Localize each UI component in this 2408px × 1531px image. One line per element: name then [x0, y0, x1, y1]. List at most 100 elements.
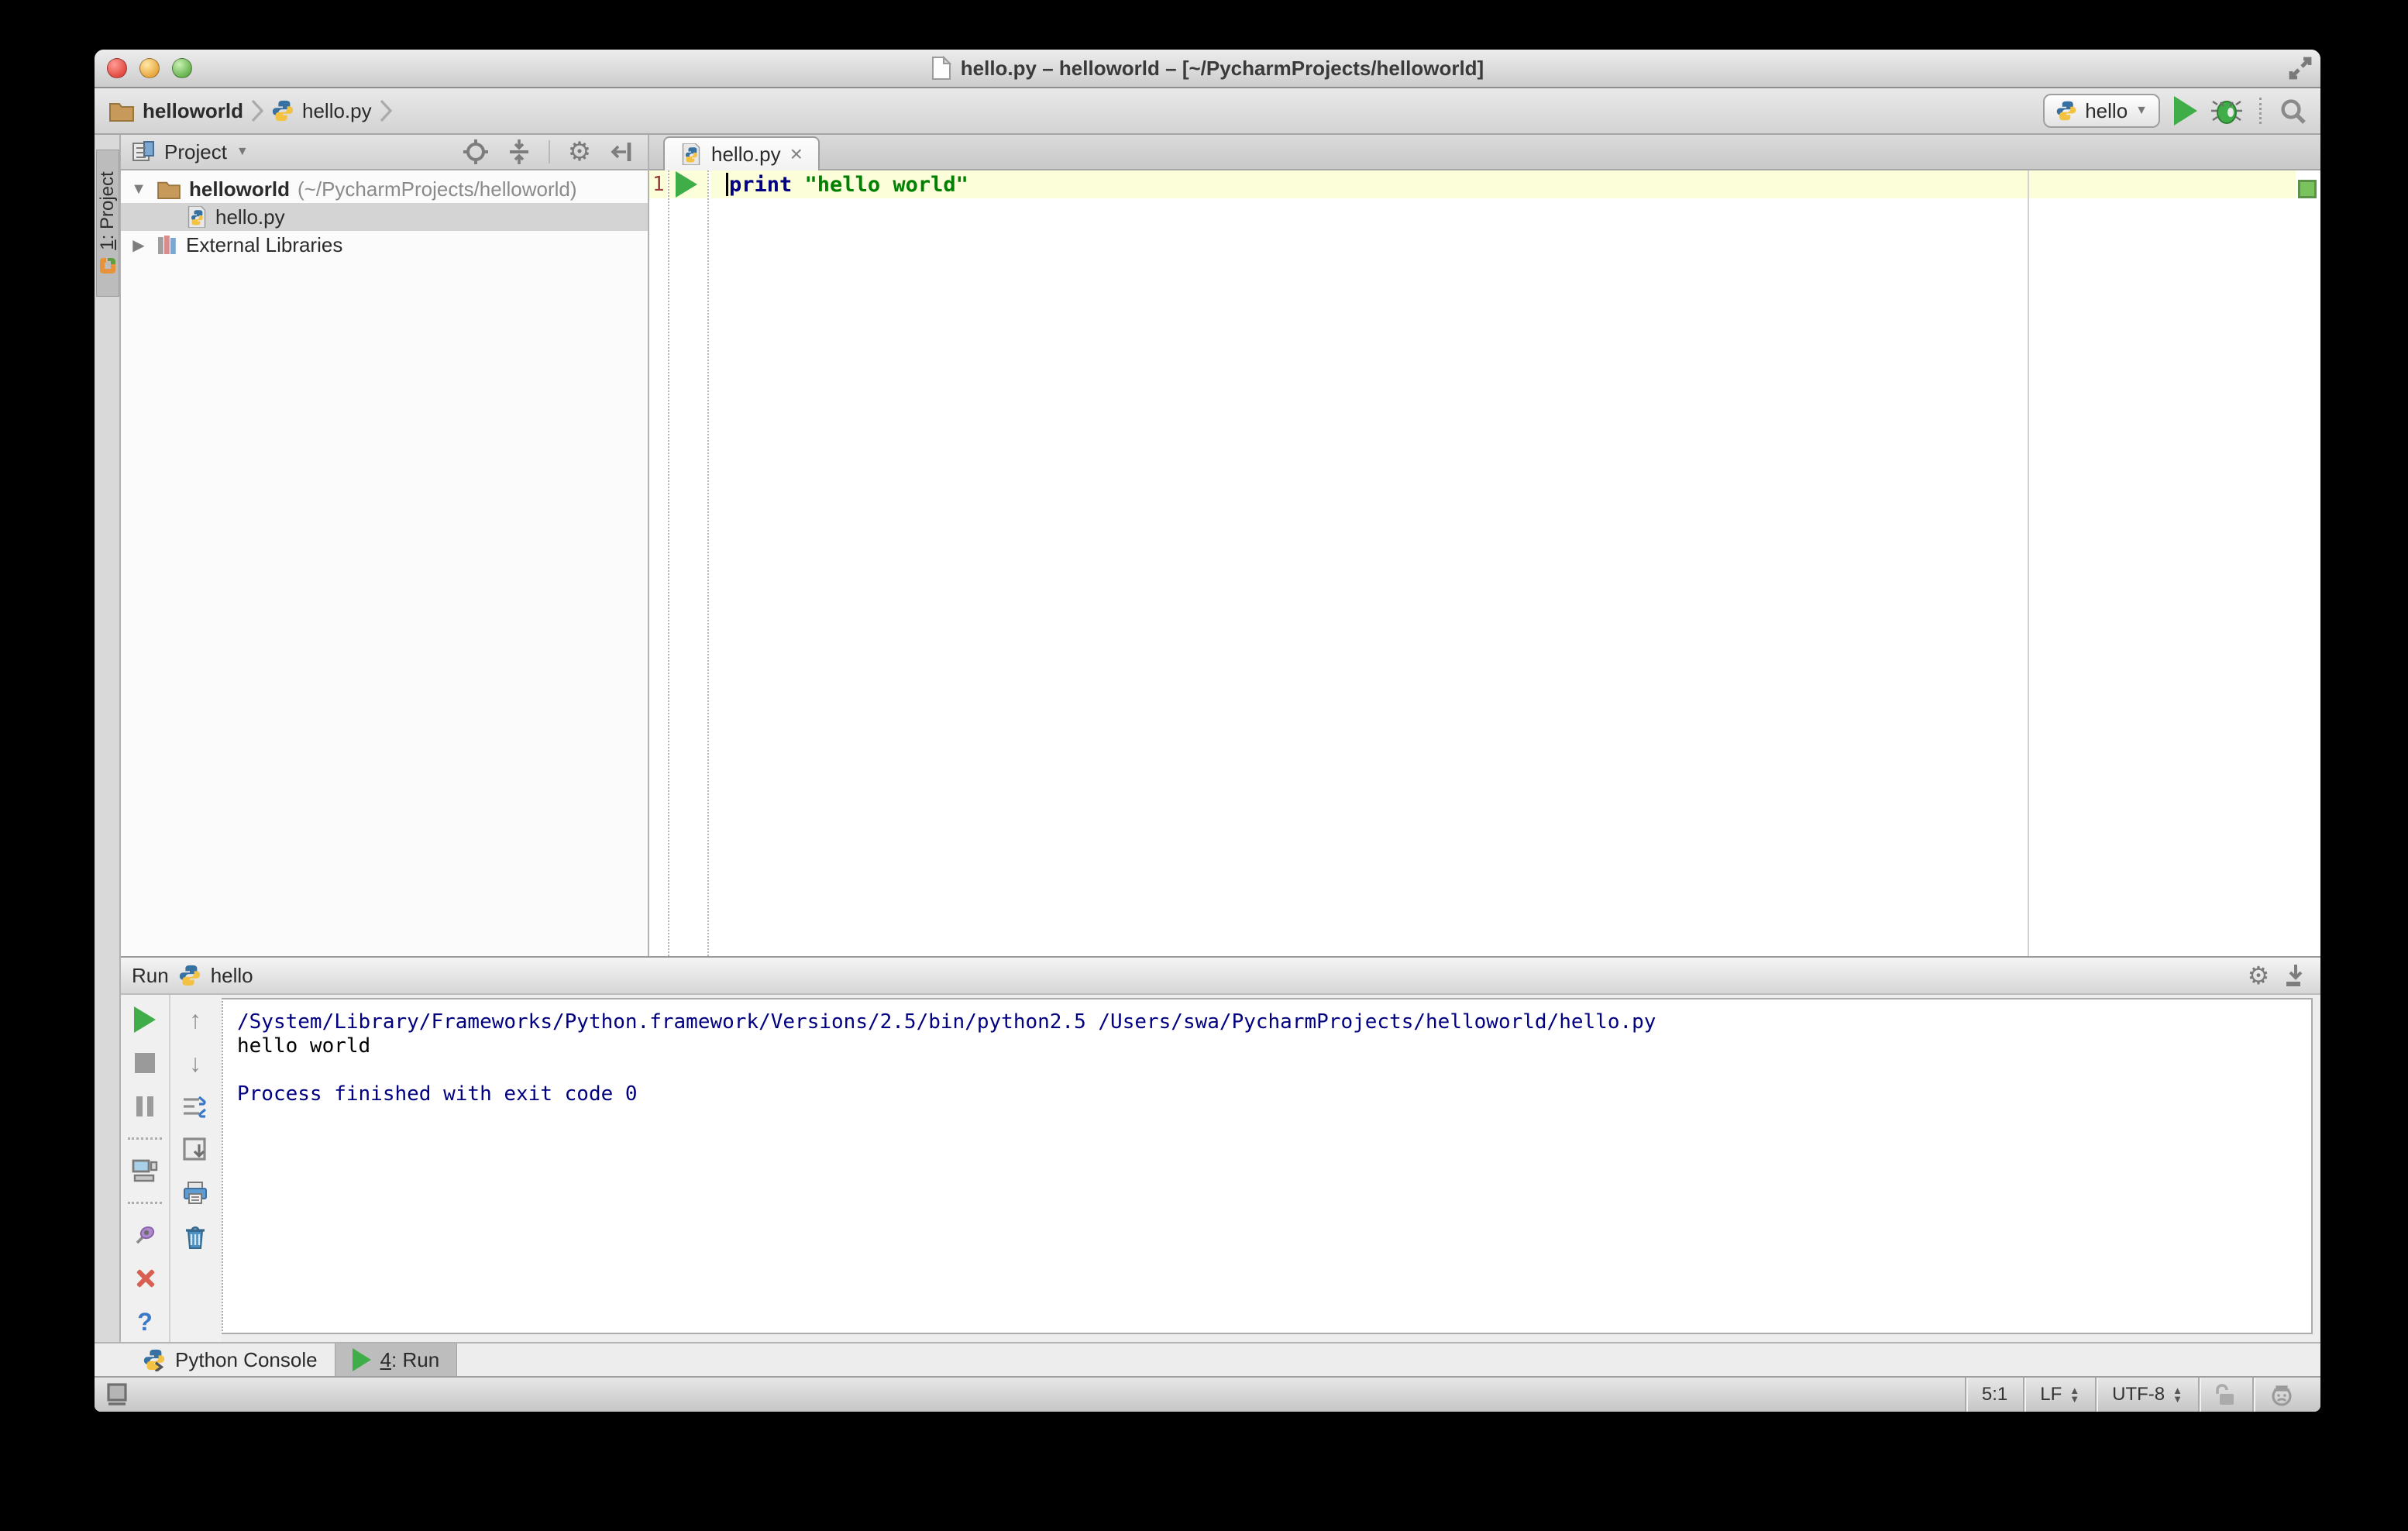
hide-panel-icon[interactable] [609, 138, 637, 166]
breadcrumb-item-file[interactable]: hello.py [271, 99, 372, 123]
code-line-1[interactable]: print "hello world" [710, 170, 2296, 198]
project-panel: Project ▼ ⚙ ▼ helloworld (~/PycharmProje… [121, 135, 649, 956]
pause-output-button[interactable] [131, 1092, 159, 1120]
code-keyword: print [729, 172, 793, 197]
show-console-icon[interactable] [131, 1157, 159, 1185]
hide-tool-window-icon[interactable] [2282, 962, 2310, 989]
print-icon[interactable] [181, 1179, 209, 1207]
toolbar-separator [549, 140, 550, 163]
unlock-icon [2215, 1383, 2237, 1406]
console-line: hello world [237, 1034, 371, 1058]
collapse-all-icon[interactable] [505, 138, 533, 166]
chevron-down-icon[interactable]: ▼ [236, 145, 249, 159]
tree-collapsed-icon[interactable]: ▶ [129, 236, 149, 255]
window-controls [107, 50, 192, 87]
next-occurrence-icon[interactable]: ↓ [181, 1049, 209, 1077]
project-tree: ▼ helloworld (~/PycharmProjects/hellowor… [121, 170, 648, 956]
run-console-output[interactable]: /System/Library/Frameworks/Python.framew… [222, 998, 2313, 1334]
line-separator-widget[interactable]: LF ▲ ▼ [2023, 1378, 2095, 1412]
python-console-label: Python Console [175, 1347, 318, 1371]
tree-row-project-root[interactable]: ▼ helloworld (~/PycharmProjects/hellowor… [121, 175, 648, 203]
run-tool-window: Run hello ⚙ ? ↑ ↓ /System/Library/Framew… [121, 956, 2320, 1342]
rerun-button[interactable] [131, 1006, 159, 1034]
python-file-icon [271, 99, 294, 122]
run-configuration-select[interactable]: hello ▼ [2043, 94, 2160, 128]
zoom-window-button[interactable] [172, 58, 192, 78]
tree-expanded-icon[interactable]: ▼ [129, 181, 149, 198]
chevron-down-icon: ▼ [2135, 104, 2148, 117]
chevron-right-icon [380, 99, 392, 122]
console-line: /System/Library/Frameworks/Python.framew… [237, 1010, 1656, 1034]
library-books-icon [157, 234, 178, 256]
run-line-marker-icon[interactable] [676, 171, 697, 198]
project-toolwindow-icon [98, 256, 117, 275]
tool-window-stripe-left: 1: Project [95, 135, 121, 1342]
tab-python-console[interactable]: Python Console [126, 1343, 335, 1376]
close-window-button[interactable] [107, 58, 127, 78]
pin-tab-icon[interactable] [131, 1221, 159, 1249]
python-icon [2055, 100, 2077, 122]
tree-file-label: hello.py [215, 205, 285, 229]
soft-wrap-icon[interactable] [181, 1092, 209, 1120]
run-toolbar: ? ↑ ↓ [121, 995, 222, 1342]
project-panel-header: Project ▼ ⚙ [121, 135, 648, 170]
prev-occurrence-icon[interactable]: ↑ [181, 1006, 209, 1034]
status-bar: 5:1 LF ▲ ▼ UTF-8 ▲ ▼ [95, 1376, 2320, 1412]
debug-button[interactable] [2211, 97, 2242, 125]
toggle-toolwindows-icon[interactable] [105, 1381, 132, 1408]
tree-row-external-libraries[interactable]: ▶ External Libraries [121, 231, 648, 259]
tab-run[interactable]: 4: Run [334, 1343, 458, 1376]
project-view-icon [132, 140, 155, 163]
highlighting-level-widget[interactable] [2252, 1378, 2310, 1412]
breadcrumb-item-project[interactable]: helloworld [108, 99, 243, 123]
python-console-icon [143, 1348, 166, 1371]
close-tab-icon[interactable]: × [790, 143, 803, 165]
run-panel-title: Run [132, 963, 169, 987]
editor-scrollbar-track[interactable] [2296, 170, 2320, 956]
line-number[interactable]: 1 [649, 173, 668, 196]
project-panel-title[interactable]: Project [164, 140, 227, 164]
folder-icon [108, 100, 135, 122]
run-tool-window-header[interactable]: Run hello ⚙ [121, 956, 2320, 995]
gear-icon[interactable]: ⚙ [2245, 962, 2272, 989]
text-caret [726, 173, 728, 196]
locate-file-icon[interactable] [462, 138, 490, 166]
search-icon[interactable] [2279, 97, 2307, 125]
tree-root-path: (~/PycharmProjects/helloworld) [298, 177, 577, 201]
run-button[interactable] [2174, 96, 2197, 126]
breadcrumb: helloworld hello.py [108, 99, 2043, 123]
spinner-icon: ▲ ▼ [2172, 1385, 2183, 1405]
scroll-to-end-icon[interactable] [181, 1136, 209, 1164]
code-string: "hello world" [804, 172, 968, 197]
help-icon[interactable]: ? [131, 1308, 159, 1336]
fullscreen-icon[interactable] [2288, 56, 2313, 81]
stop-button[interactable] [131, 1049, 159, 1077]
editor-body[interactable]: 1 print "hello world" [649, 170, 2320, 956]
python-icon [178, 964, 201, 987]
title-bar[interactable]: hello.py – helloworld – [~/PycharmProjec… [95, 50, 2320, 88]
inspection-status-indicator[interactable] [2298, 180, 2317, 198]
toolbar-separator [128, 1202, 162, 1204]
inspector-face-icon [2269, 1382, 2294, 1407]
python-file-icon [186, 206, 208, 228]
caret-position-widget[interactable]: 5:1 [1964, 1378, 2023, 1412]
tab-hello-py[interactable]: hello.py × [663, 136, 820, 170]
gear-icon[interactable]: ⚙ [566, 137, 593, 167]
editor-tab-bar: hello.py × [649, 135, 2320, 170]
window-title: hello.py – helloworld – [~/PycharmProjec… [960, 56, 1484, 80]
code-area[interactable]: print "hello world" [710, 170, 2296, 956]
python-file-icon [680, 143, 702, 165]
stripe-button-project[interactable]: 1: Project [96, 150, 119, 297]
run-panel-config-name: hello [210, 963, 253, 987]
tree-libraries-label: External Libraries [186, 232, 343, 256]
toolbar-separator [128, 1137, 162, 1140]
minimize-window-button[interactable] [139, 58, 160, 78]
close-tool-window-icon[interactable] [131, 1264, 159, 1292]
tree-row-hello-py[interactable]: hello.py [121, 203, 648, 231]
readonly-lock-widget[interactable] [2198, 1378, 2252, 1412]
run-configuration-label: hello [2085, 98, 2128, 122]
tree-root-label: helloworld [189, 177, 290, 201]
encoding-widget[interactable]: UTF-8 ▲ ▼ [2095, 1378, 2198, 1412]
clear-all-icon[interactable] [181, 1223, 209, 1251]
